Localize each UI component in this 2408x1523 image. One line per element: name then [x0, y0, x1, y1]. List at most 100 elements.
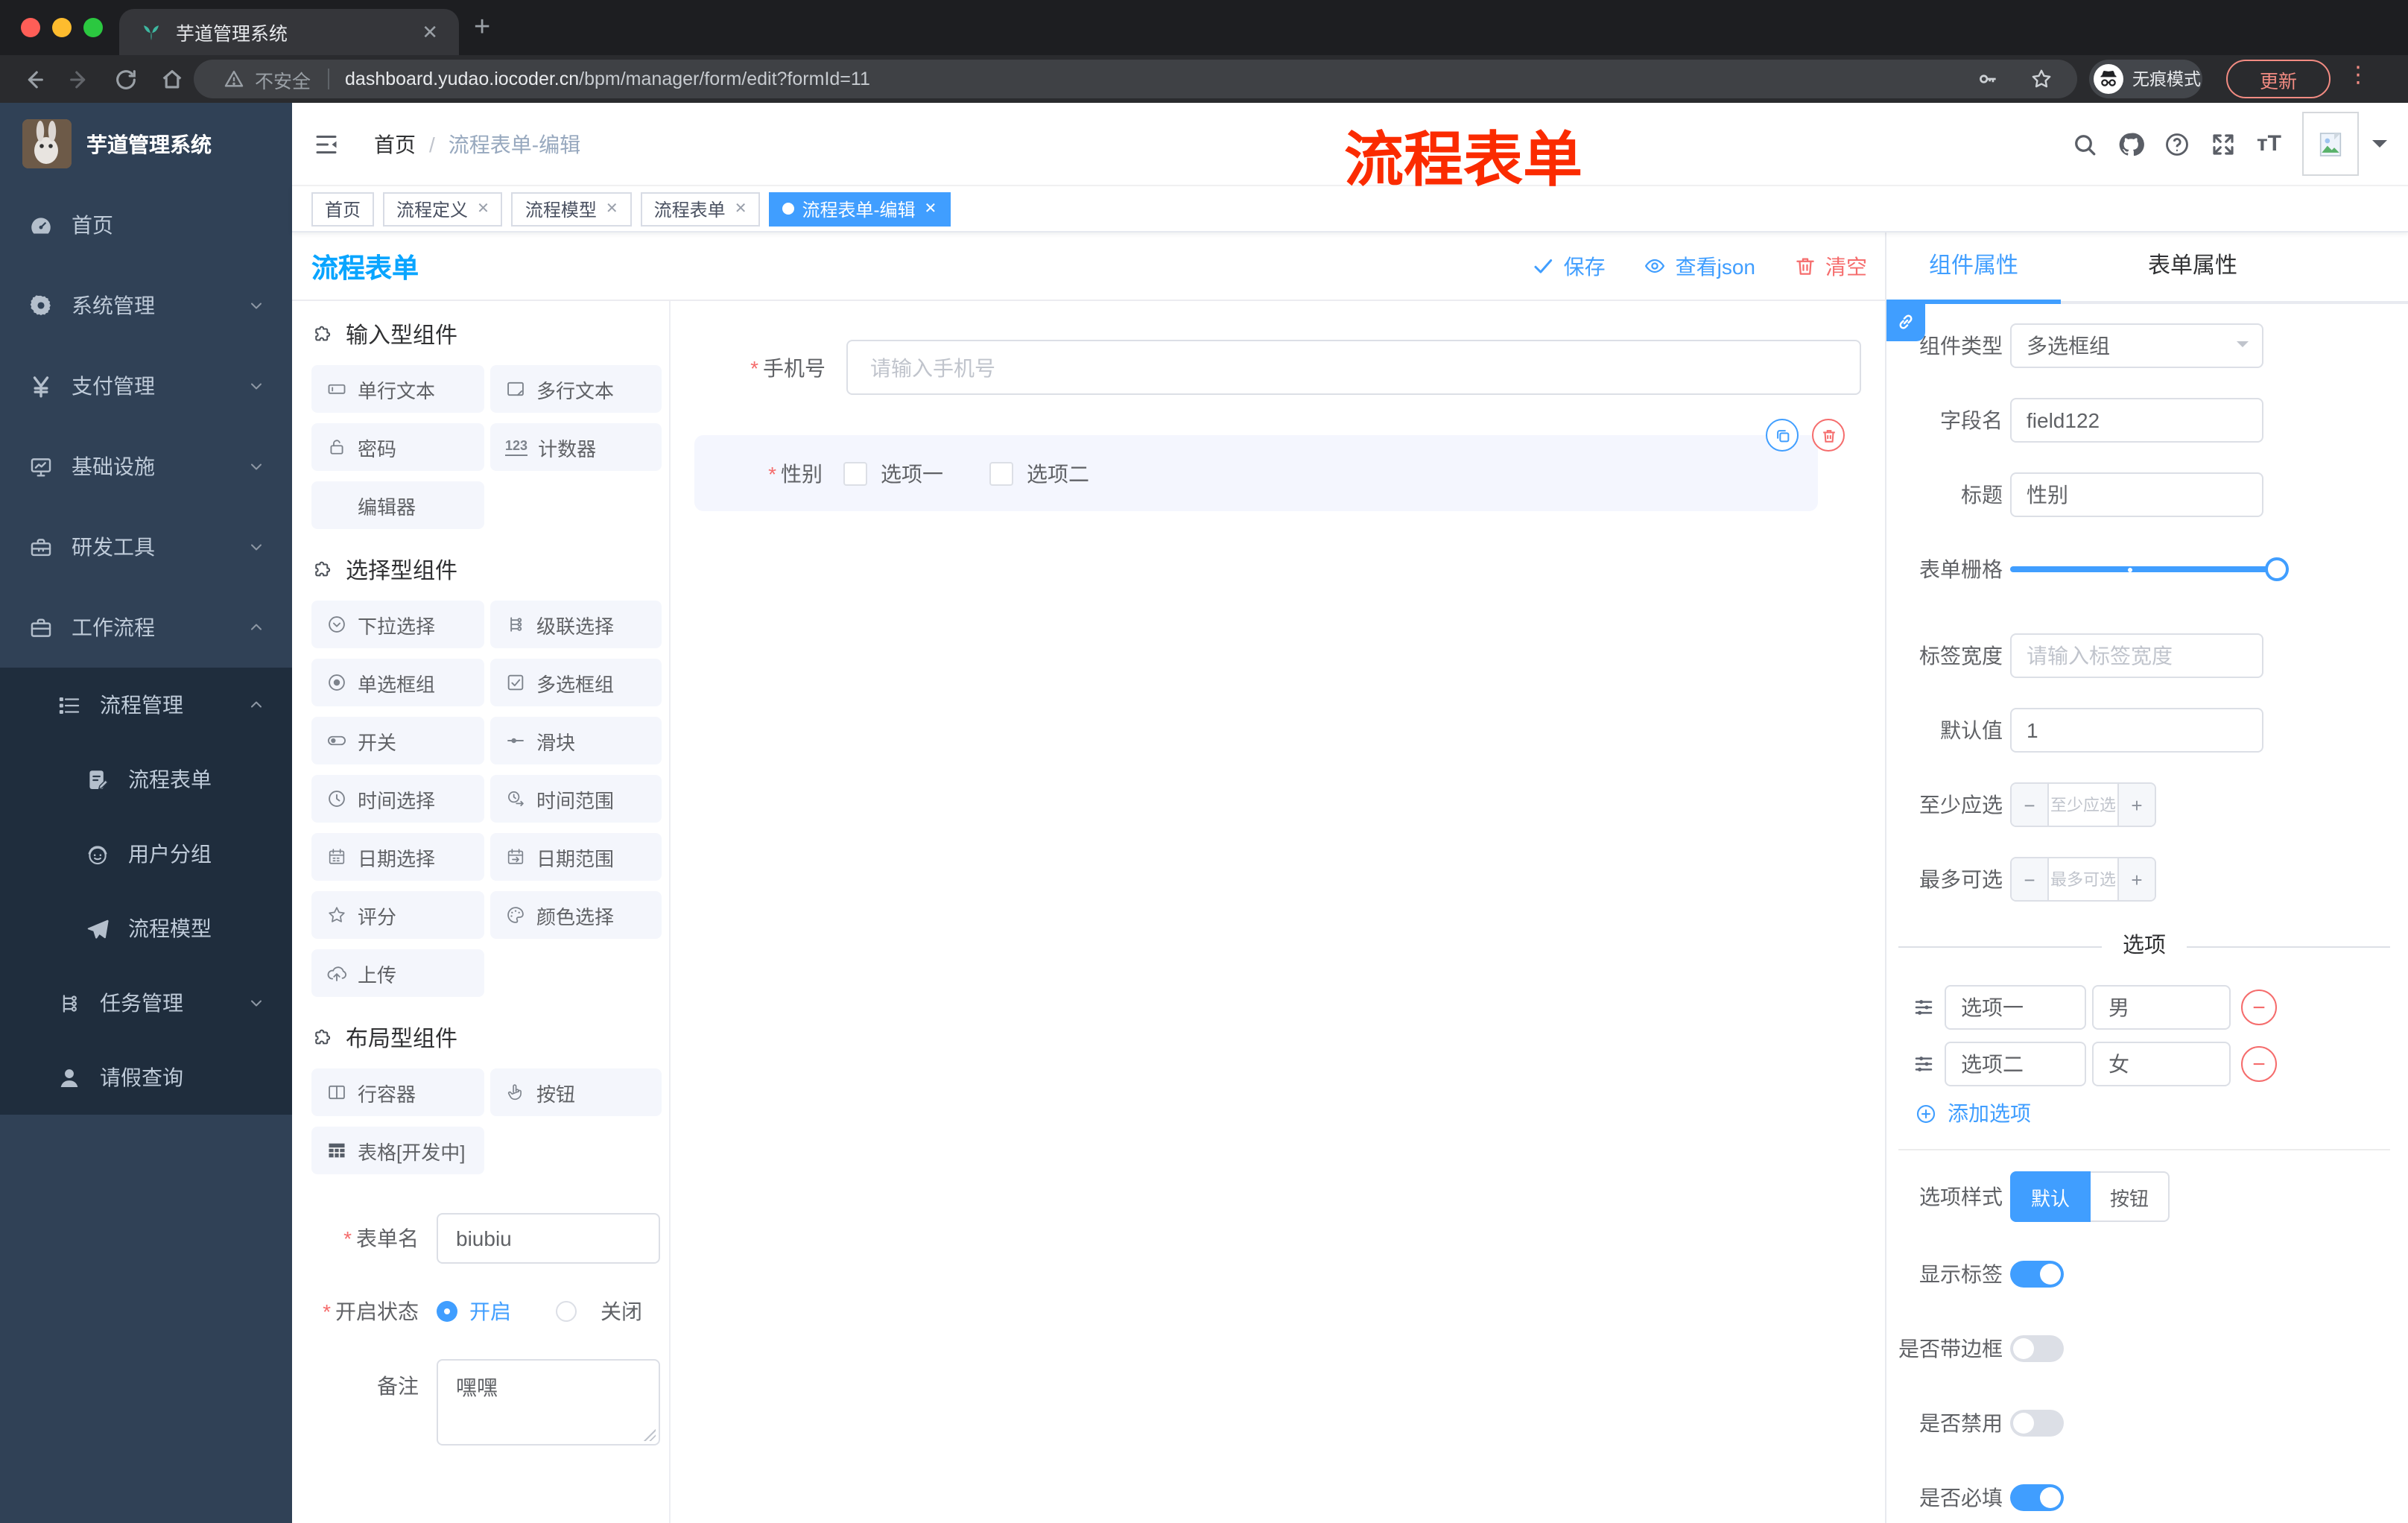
disabled-switch[interactable]: [2010, 1410, 2064, 1437]
not-secure-label[interactable]: 不安全: [255, 65, 311, 93]
help-icon[interactable]: [2164, 130, 2191, 157]
component-时间范围[interactable]: 时间范围: [490, 775, 662, 823]
app-logo[interactable]: 芋道管理系统: [0, 103, 292, 185]
sidebar-item-leave-query[interactable]: 请假查询: [0, 1040, 292, 1115]
component-上传[interactable]: 上传: [311, 949, 484, 997]
drag-handle-icon[interactable]: [1912, 995, 1936, 1019]
back-icon[interactable]: [21, 66, 46, 92]
tag-close-icon[interactable]: ✕: [735, 200, 747, 217]
link-toggle-button[interactable]: [1886, 301, 1925, 341]
slider-handle[interactable]: [2265, 557, 2289, 581]
decrease-button[interactable]: −: [2012, 858, 2049, 900]
key-icon[interactable]: [1976, 67, 2000, 91]
tag-流程表单-编辑[interactable]: 流程表单-编辑 ✕: [769, 191, 951, 226]
browser-update-button[interactable]: 更新: [2226, 60, 2331, 98]
sidebar-item-infra[interactable]: 基础设施: [0, 426, 292, 507]
component-开关[interactable]: 开关: [311, 717, 484, 764]
copy-component-button[interactable]: [1766, 419, 1799, 452]
form-grid-slider[interactable]: [2010, 547, 2289, 592]
view-json-button[interactable]: 查看json: [1644, 251, 1755, 281]
component-评分[interactable]: 评分: [311, 891, 484, 939]
tag-流程表单[interactable]: 流程表单 ✕: [640, 191, 761, 226]
search-icon[interactable]: [2072, 130, 2099, 157]
option-style-option-按钮[interactable]: 按钮: [2091, 1171, 2170, 1222]
tag-close-icon[interactable]: ✕: [606, 200, 618, 217]
component-颜色选择[interactable]: 颜色选择: [490, 891, 662, 939]
maximize-window-button[interactable]: [83, 18, 103, 37]
minimize-window-button[interactable]: [52, 18, 72, 37]
component-多选框组[interactable]: 多选框组: [490, 659, 662, 706]
sidebar-item-process-form[interactable]: 流程表单: [0, 742, 292, 817]
checkbox-icon[interactable]: [843, 461, 867, 485]
delete-component-button[interactable]: [1812, 419, 1845, 452]
title-input[interactable]: 性别: [2010, 472, 2263, 517]
not-secure-warning-icon[interactable]: [224, 69, 244, 89]
component-编辑器[interactable]: 编辑器: [311, 481, 484, 529]
component-行容器[interactable]: 行容器: [311, 1068, 484, 1116]
browser-menu-icon[interactable]: ⋮: [2347, 61, 2369, 88]
option-2-label-input[interactable]: 选项二: [1945, 1042, 2086, 1086]
sidebar-item-process-model[interactable]: 流程模型: [0, 891, 292, 966]
sidebar-item-pay[interactable]: 支付管理: [0, 346, 292, 426]
props-tab-表单属性[interactable]: 表单属性: [2106, 232, 2280, 301]
save-button[interactable]: 保存: [1533, 251, 1606, 281]
remark-textarea[interactable]: 嘿嘿: [437, 1359, 660, 1446]
sidebar-item-user-group[interactable]: 用户分组: [0, 817, 292, 891]
component-计数器[interactable]: 123 计数器: [490, 423, 662, 471]
tag-流程定义[interactable]: 流程定义 ✕: [383, 191, 503, 226]
default-value-input[interactable]: 1: [2010, 708, 2263, 753]
sidebar-item-system[interactable]: 系统管理: [0, 265, 292, 346]
fullscreen-icon[interactable]: [2211, 130, 2237, 157]
status-on-radio[interactable]: [437, 1301, 457, 1322]
label-width-input[interactable]: 请输入标签宽度: [2010, 633, 2263, 678]
required-switch[interactable]: [2010, 1484, 2064, 1511]
add-option-link[interactable]: 添加选项: [1898, 1098, 2408, 1128]
sidebar-item-devtool[interactable]: 研发工具: [0, 507, 292, 587]
tag-流程模型[interactable]: 流程模型 ✕: [511, 191, 632, 226]
window-controls[interactable]: [21, 18, 103, 37]
home-icon[interactable]: [159, 66, 185, 92]
tag-close-icon[interactable]: ✕: [477, 200, 489, 217]
component-密码[interactable]: 密码: [311, 423, 484, 471]
component-type-select[interactable]: 多选框组: [2010, 323, 2263, 368]
component-时间选择[interactable]: 时间选择: [311, 775, 484, 823]
min-select-value[interactable]: 至少应选: [2049, 784, 2117, 826]
with-border-switch[interactable]: [2010, 1335, 2064, 1362]
github-icon[interactable]: [2118, 130, 2145, 157]
form-canvas[interactable]: * 手机号 请输入手机号 * 性别 选项一 选项二: [671, 301, 1885, 1523]
avatar-caret-down-icon[interactable]: [2372, 139, 2387, 154]
decrease-button[interactable]: −: [2012, 784, 2049, 826]
sidebar-item-workflow[interactable]: 工作流程: [0, 587, 292, 668]
component-下拉选择[interactable]: 下拉选择: [311, 601, 484, 648]
increase-button[interactable]: +: [2117, 858, 2155, 900]
increase-button[interactable]: +: [2117, 784, 2155, 826]
sidebar-item-task-mgmt[interactable]: 任务管理: [0, 966, 292, 1040]
option-style-option-默认[interactable]: 默认: [2010, 1171, 2091, 1222]
new-tab-button[interactable]: +: [474, 12, 490, 45]
sidebar-fold-icon[interactable]: [313, 130, 340, 157]
canvas-field-gender-selected[interactable]: * 性别 选项一 选项二: [694, 419, 1845, 511]
reload-icon[interactable]: [113, 66, 139, 92]
component-级联选择[interactable]: 级联选择: [490, 601, 662, 648]
status-on-label[interactable]: 开启: [469, 1296, 511, 1326]
font-size-icon[interactable]: тT: [2257, 131, 2281, 156]
option-1-value-input[interactable]: 男: [2092, 985, 2231, 1030]
checkbox-icon[interactable]: [989, 461, 1013, 485]
component-单行文本[interactable]: 单行文本: [311, 365, 484, 413]
gender-option-1[interactable]: 选项一: [843, 458, 943, 488]
component-日期范围[interactable]: 日期范围: [490, 833, 662, 881]
component-按钮[interactable]: 按钮: [490, 1068, 662, 1116]
url-domain[interactable]: dashboard.yudao.iocoder.cn: [345, 69, 579, 89]
url-path[interactable]: /bpm/manager/form/edit?formId=11: [579, 69, 870, 89]
status-off-radio[interactable]: [556, 1301, 577, 1322]
close-window-button[interactable]: [21, 18, 40, 37]
form-name-input[interactable]: biubiu: [437, 1213, 660, 1264]
component-多行文本[interactable]: 多行文本: [490, 365, 662, 413]
forward-icon[interactable]: [67, 66, 92, 92]
browser-tab[interactable]: 芋道管理系统 ✕: [119, 9, 459, 55]
max-select-value[interactable]: 最多可选: [2049, 858, 2117, 900]
option-2-value-input[interactable]: 女: [2092, 1042, 2231, 1086]
remove-option-button[interactable]: −: [2241, 990, 2277, 1025]
avatar[interactable]: [2302, 112, 2359, 176]
bookmark-star-icon[interactable]: [2030, 67, 2053, 91]
